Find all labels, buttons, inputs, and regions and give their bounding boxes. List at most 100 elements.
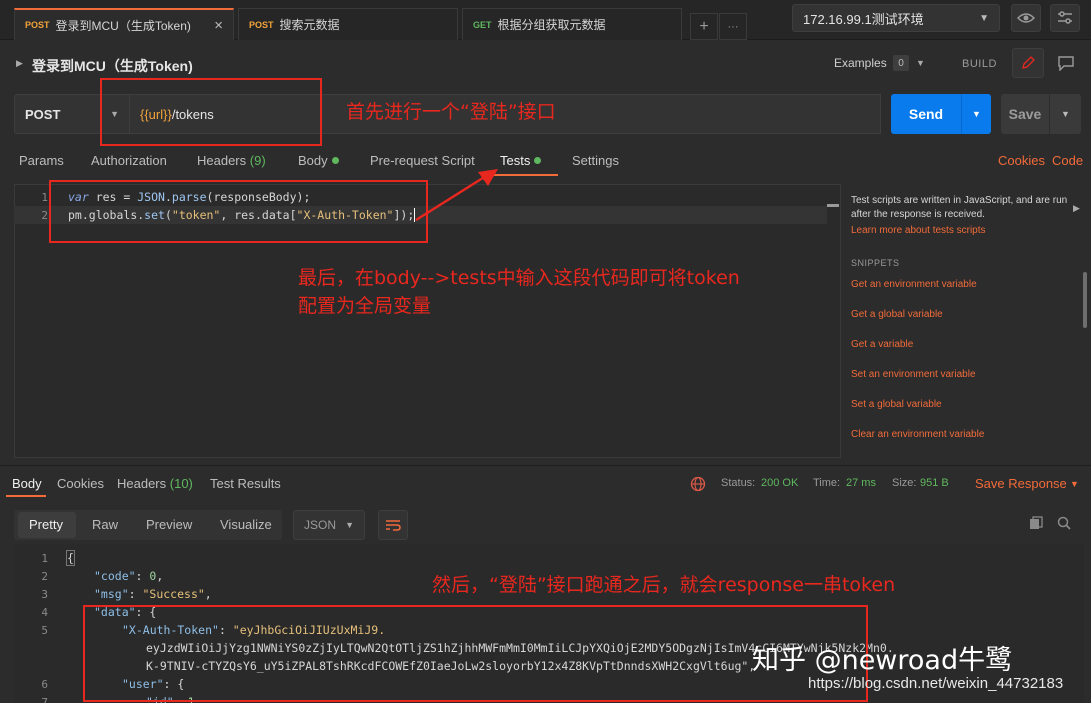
status-dot-icon	[534, 157, 542, 164]
format-preview[interactable]: Preview	[146, 517, 192, 532]
size-value: 951 B	[920, 477, 949, 489]
response-headers-count: (10)	[169, 476, 193, 491]
size-label: Size:	[892, 477, 917, 489]
new-tab-button[interactable]: +	[690, 13, 718, 40]
cookies-link[interactable]: Cookies	[998, 153, 1045, 168]
line-number: 2	[41, 209, 48, 222]
chevron-down-icon[interactable]: ▼	[916, 58, 925, 68]
time-value: 27 ms	[846, 477, 876, 489]
line-number: 4	[41, 606, 48, 619]
annotation-box-url	[100, 78, 322, 146]
annotation-box-script	[49, 180, 428, 243]
request-tab-group[interactable]: GET 根据分组获取元数据	[462, 8, 682, 40]
line-number: 6	[41, 678, 48, 691]
wrap-icon	[386, 520, 401, 531]
save-button[interactable]: Save	[1001, 94, 1049, 134]
response-tab-test-results[interactable]: Test Results	[210, 476, 281, 491]
tab-label: 根据分组获取元数据	[497, 18, 606, 32]
snippet-item[interactable]: Set an environment variable	[851, 369, 976, 380]
build-label[interactable]: BUILD	[962, 58, 997, 70]
snippet-item[interactable]: Get a variable	[851, 339, 913, 350]
format-pretty[interactable]: Pretty	[29, 517, 63, 532]
request-tab-login[interactable]: POST 登录到MCU（生成Token) ×	[14, 8, 234, 40]
tab-method-badge: GET	[473, 19, 492, 30]
json-line: {	[66, 550, 75, 566]
comments-button[interactable]	[1050, 48, 1082, 78]
line-number: 2	[41, 570, 48, 583]
snippet-item[interactable]: Clear an environment variable	[851, 429, 984, 440]
globe-icon[interactable]	[690, 476, 706, 492]
json-line: "code": 0,	[94, 569, 164, 583]
tab-label: 搜索元数据	[279, 18, 340, 32]
watermark-zhihu: 知乎 @newroad牛鹭	[752, 645, 1013, 676]
learn-more-link[interactable]: Learn more about tests scripts	[851, 225, 986, 236]
line-number: 1	[41, 191, 48, 204]
language-select[interactable]: JSON ▼	[293, 510, 365, 540]
annotation-arrow-icon	[415, 169, 498, 222]
close-icon[interactable]: ×	[214, 17, 223, 34]
editor-scrollbar[interactable]	[827, 204, 839, 207]
json-brace: {	[66, 550, 75, 566]
tab-body-label: Body	[298, 153, 328, 168]
tab-tests-label: Tests	[500, 153, 531, 168]
examples-label[interactable]: Examples	[834, 56, 887, 70]
send-options-button[interactable]: ▼	[961, 94, 991, 134]
json-value: 0	[149, 569, 157, 583]
tab-tests[interactable]: Tests	[500, 153, 542, 168]
line-number: 3	[41, 588, 48, 601]
snippets-heading: SNIPPETS	[851, 258, 900, 268]
chevron-down-icon[interactable]: ▼	[1070, 479, 1079, 489]
request-tab-search[interactable]: POST 搜索元数据	[238, 8, 458, 40]
pencil-icon	[1022, 56, 1035, 69]
response-tab-body[interactable]: Body	[12, 476, 42, 491]
snippet-item[interactable]: Get a global variable	[851, 309, 943, 320]
environment-select[interactable]: 172.16.99.1测试环境 ▼	[792, 4, 1000, 32]
annotation-box-response	[83, 605, 868, 702]
json-line: "msg": "Success",	[94, 587, 212, 601]
chevron-down-icon: ▼	[345, 520, 354, 530]
environment-name: 172.16.99.1测试环境	[803, 11, 924, 27]
chevron-down-icon: ▼	[979, 12, 989, 24]
more-icon: ···	[727, 20, 739, 33]
chevron-down-icon: ▼	[972, 109, 981, 119]
method-value: POST	[25, 106, 61, 122]
line-number: 7	[41, 696, 48, 703]
active-tab-indicator	[6, 495, 46, 497]
response-tab-headers[interactable]: Headers (10)	[117, 476, 193, 491]
collapse-sidebar-icon[interactable]: ▶	[1073, 203, 1080, 214]
manage-environments-button[interactable]	[1050, 4, 1080, 32]
wrap-lines-button[interactable]	[378, 510, 408, 540]
annotation-last-line2: 配置为全局变量	[298, 295, 432, 317]
format-visualize[interactable]: Visualize	[220, 517, 272, 532]
sliders-icon	[1058, 11, 1072, 24]
tab-method-badge: POST	[25, 20, 50, 30]
snippets-scrollbar[interactable]	[1083, 272, 1087, 328]
json-key: "msg"	[94, 587, 129, 601]
response-tab-cookies[interactable]: Cookies	[57, 476, 104, 491]
tab-settings[interactable]: Settings	[572, 153, 619, 168]
json-value: "Success"	[142, 587, 205, 601]
time-label: Time:	[813, 477, 841, 489]
more-tabs-button[interactable]: ···	[719, 13, 747, 40]
comment-icon	[1058, 55, 1074, 71]
tab-headers[interactable]: Headers (9)	[197, 153, 266, 168]
edit-button[interactable]	[1012, 48, 1044, 78]
tab-params[interactable]: Params	[19, 153, 64, 168]
response-headers-label: Headers	[117, 476, 167, 491]
save-response-button[interactable]: Save Response	[975, 476, 1067, 491]
code-link[interactable]: Code	[1052, 153, 1083, 168]
environment-quick-look-button[interactable]	[1011, 4, 1041, 32]
snippet-item[interactable]: Set a global variable	[851, 399, 942, 410]
collapse-caret-icon[interactable]: ▶	[16, 58, 23, 69]
request-title: 登录到MCU（生成Token)	[32, 58, 193, 74]
tab-body[interactable]: Body	[298, 153, 339, 168]
language-value: JSON	[304, 518, 337, 532]
snippet-item[interactable]: Get an environment variable	[851, 279, 977, 290]
send-button[interactable]: Send	[891, 94, 961, 134]
copy-icon[interactable]	[1029, 516, 1043, 530]
tab-authorization[interactable]: Authorization	[91, 153, 167, 168]
format-raw[interactable]: Raw	[92, 517, 118, 532]
save-options-button[interactable]: ▼	[1049, 94, 1081, 134]
annotation-last-line1: 最后，在body-->tests中输入这段代码即可将token	[298, 267, 740, 289]
search-icon[interactable]	[1057, 516, 1071, 530]
